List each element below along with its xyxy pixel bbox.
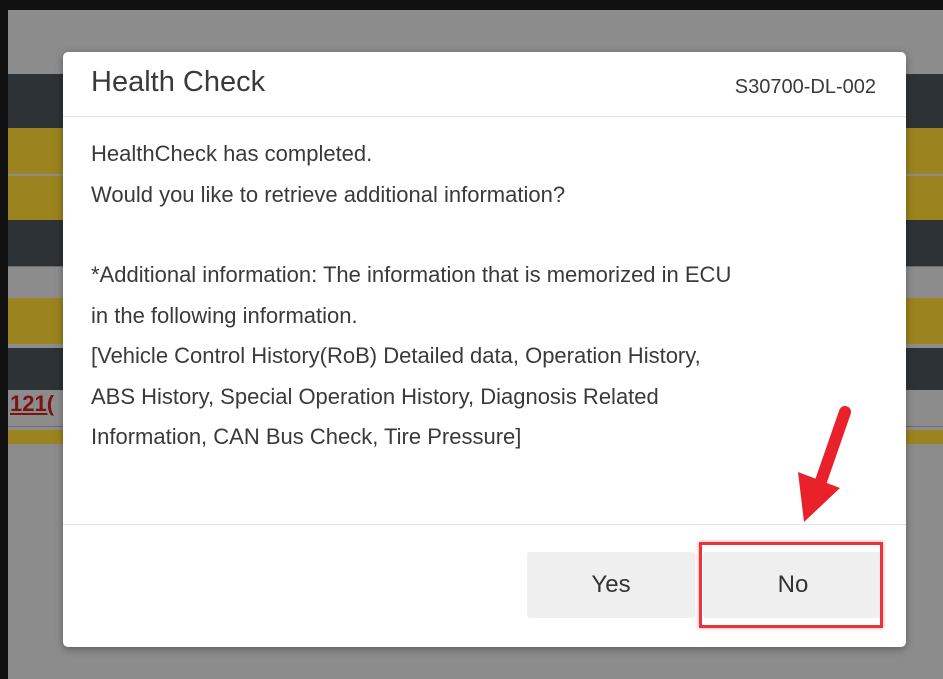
- bg-record-link: 121(: [10, 391, 55, 416]
- dialog-code: S30700-DL-002: [734, 76, 876, 98]
- dialog-footer-divider: [63, 524, 906, 525]
- dialog-header: Health Check S30700-DL-002: [63, 52, 906, 117]
- message-line: in the following information.: [91, 302, 358, 328]
- health-check-dialog: Health Check S30700-DL-002 HealthCheck h…: [63, 52, 906, 647]
- dialog-message: HealthCheck has completed. Would you lik…: [91, 134, 891, 458]
- yes-button[interactable]: Yes: [527, 552, 695, 618]
- message-line: Information, CAN Bus Check, Tire Pressur…: [91, 424, 522, 449]
- dialog-title: Health Check: [91, 66, 266, 98]
- message-line: HealthCheck has completed.: [91, 141, 373, 166]
- no-button[interactable]: No: [703, 552, 883, 618]
- message-line: *Additional information: The information…: [91, 262, 732, 287]
- message-line: Would you like to retrieve additional in…: [91, 181, 566, 207]
- message-line: [Vehicle Control History(RoB) Detailed d…: [91, 343, 701, 368]
- message-line: ABS History, Special Operation History, …: [91, 383, 659, 409]
- message-spacer: [91, 215, 891, 255]
